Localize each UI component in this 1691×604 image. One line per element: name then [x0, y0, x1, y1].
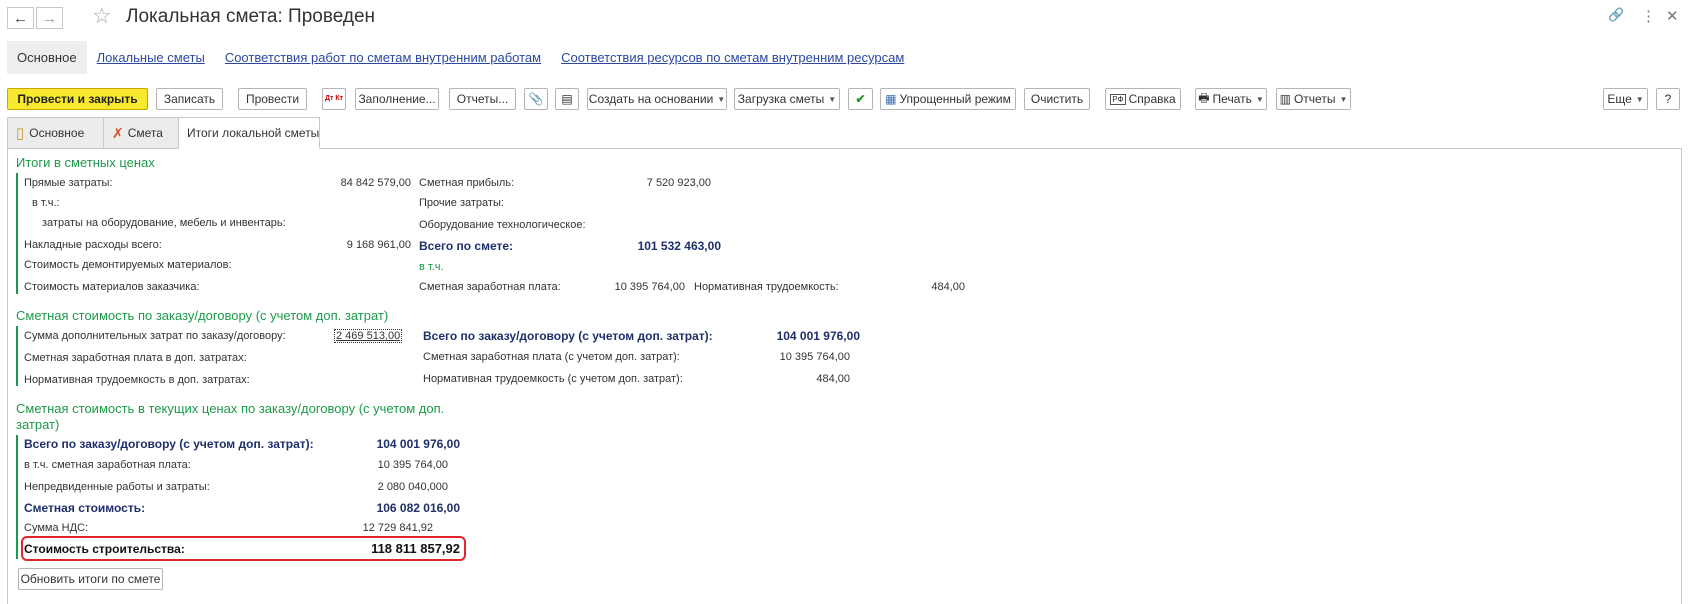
extra-salary-label: Сметная заработная плата в доп. затратах… — [24, 352, 247, 364]
more-menu-icon[interactable]: ⋮ — [1641, 7, 1656, 25]
extra-costs-field[interactable]: 2 469 513,00 — [334, 329, 403, 343]
current-salary-value: 10 395 764,00 — [377, 459, 448, 471]
estimate-total-value: 101 532 463,00 — [637, 239, 721, 253]
paperclip-icon: 📎 — [528, 92, 544, 106]
tab-main[interactable]: ▯ Основное — [7, 117, 104, 149]
attach-button[interactable]: 📎 — [524, 88, 548, 110]
print-button[interactable]: 🖶 Печать ▼ — [1195, 88, 1267, 110]
tech-equipment-label: Оборудование технологическое: — [419, 219, 586, 231]
overhead-label: Накладные расходы всего: — [24, 239, 162, 251]
fill-button[interactable]: Заполнение... — [355, 88, 439, 110]
reports-dialog-button[interactable]: Отчеты... — [449, 88, 516, 110]
current-salary-label: в т.ч. сметная заработная плата: — [24, 459, 191, 471]
profit-value: 7 520 923,00 — [646, 177, 711, 189]
post-button[interactable]: Провести — [238, 88, 307, 110]
table-icon: ▦ — [885, 92, 897, 106]
contract-labor-label: Нормативная трудоемкость (с учетом доп. … — [423, 373, 683, 385]
construction-cost-value: 118 811 857,92 — [371, 541, 460, 556]
estimate-total-label: Всего по смете: — [419, 239, 514, 253]
load-estimate-button[interactable]: Загрузка сметы ▼ — [734, 88, 840, 110]
estimate-salary-label: Сметная заработная плата: — [419, 281, 561, 293]
close-icon[interactable]: ✕ — [1666, 7, 1679, 25]
nav-local-estimates[interactable]: Локальные сметы — [97, 50, 205, 65]
incl2-label: в т.ч. — [419, 261, 444, 273]
clear-button[interactable]: Очистить — [1024, 88, 1090, 110]
contract-salary-value: 10 395 764,00 — [779, 351, 850, 363]
nav-main[interactable]: Основное — [7, 41, 87, 74]
other-costs-label: Прочие затраты: — [419, 197, 504, 209]
dropdown-arrow-icon: ▼ — [828, 94, 837, 104]
section-bar — [16, 326, 18, 386]
nav-panel: Основное Локальные сметы Соответствия ра… — [7, 40, 924, 75]
dtkt-icon: Дт Кт — [324, 95, 344, 102]
dropdown-arrow-icon: ▼ — [1635, 94, 1644, 104]
arrow-left-icon: ← — [13, 9, 28, 27]
extra-costs-label: Сумма дополнительных затрат по заказу/до… — [24, 330, 286, 342]
contingency-value: 2 080 040,000 — [377, 481, 448, 493]
chart-icon: ▥ — [1279, 92, 1291, 106]
current-total-label: Всего по заказу/договору (с учетом доп. … — [24, 437, 314, 451]
back-button[interactable]: ← — [7, 7, 34, 29]
tab-estimate-totals[interactable]: Итоги локальной сметы — [178, 117, 320, 149]
page-title: Локальная смета: Проведен — [126, 6, 376, 27]
contract-total-label: Всего по заказу/договору (с учетом доп. … — [423, 329, 713, 343]
create-based-on-button[interactable]: Создать на основании ▼ — [587, 88, 727, 110]
dtkt-button[interactable]: Дт Кт — [322, 88, 346, 110]
current-total-value: 104 001 976,00 — [376, 437, 460, 451]
customer-materials-label: Стоимость материалов заказчика: — [24, 281, 200, 293]
post-and-close-button[interactable]: Провести и закрыть — [7, 88, 148, 110]
help-question-button[interactable]: ? — [1656, 88, 1680, 110]
profit-label: Сметная прибыль: — [419, 177, 515, 189]
estimate-salary-value: 10 395 764,00 — [614, 281, 685, 293]
document-icon: ▤ — [561, 92, 573, 106]
section-bar — [16, 173, 18, 294]
printer-icon: 🖶 — [1198, 90, 1210, 105]
dropdown-arrow-icon: ▼ — [1255, 94, 1264, 104]
vat-label: Сумма НДС: — [24, 522, 89, 534]
help-button[interactable]: РФ Справка — [1105, 88, 1181, 110]
section-bar — [16, 435, 18, 559]
simple-mode-button[interactable]: ▦ Упрощенный режим — [880, 88, 1016, 110]
labor-intensity-label: Нормативная трудоемкость: — [694, 281, 839, 293]
equipment-label: затраты на оборудование, мебель и инвент… — [42, 217, 286, 229]
check-button[interactable]: ✔ — [848, 88, 873, 110]
labor-intensity-value: 484,00 — [931, 281, 965, 293]
section-current-prices-title: Сметная стоимость в текущих ценах по зак… — [16, 401, 445, 416]
estimate-cost-label: Сметная стоимость: — [24, 501, 146, 515]
section-estimate-prices-title: Итоги в сметных ценах — [16, 155, 155, 170]
link-icon[interactable]: 🔗 — [1608, 7, 1624, 23]
extra-labor-label: Нормативная трудоемкость в доп. затратах… — [24, 374, 250, 386]
dropdown-arrow-icon: ▼ — [717, 94, 726, 104]
nav-resources-mapping[interactable]: Соответствия ресурсов по сметам внутренн… — [561, 50, 904, 65]
refresh-totals-button[interactable]: Обновить итоги по смете — [18, 568, 163, 590]
favorite-star-icon[interactable]: ☆ — [92, 3, 112, 29]
direct-costs-label: Прямые затраты: — [24, 177, 113, 189]
overhead-value: 9 168 961,00 — [346, 239, 411, 251]
contract-salary-label: Сметная заработная плата (с учетом доп. … — [423, 351, 680, 363]
dropdown-arrow-icon: ▼ — [1339, 94, 1348, 104]
reports-button[interactable]: ▥ Отчеты ▼ — [1276, 88, 1351, 110]
nav-works-mapping[interactable]: Соответствия работ по сметам внутренним … — [225, 50, 541, 65]
folder-icon: ▯ — [16, 125, 25, 142]
dismantled-materials-label: Стоимость демонтируемых материалов: — [24, 259, 232, 271]
direct-costs-value: 84 842 579,00 — [340, 177, 411, 189]
contract-labor-value: 484,00 — [816, 373, 850, 385]
section-contract-cost-title: Сметная стоимость по заказу/договору (с … — [16, 308, 389, 323]
contingency-label: Непредвиденные работы и затраты: — [24, 481, 210, 493]
construction-cost-label: Стоимость строительства: — [24, 542, 185, 556]
incl-label: в т.ч.: — [32, 197, 60, 209]
contract-total-value: 104 001 976,00 — [776, 329, 860, 343]
forward-button[interactable]: → — [36, 7, 63, 29]
more-button[interactable]: Еще ▼ — [1603, 88, 1648, 110]
document-button[interactable]: ▤ — [555, 88, 579, 110]
vat-value: 12 729 841,92 — [362, 522, 433, 534]
checkmark-icon: ✔ — [855, 92, 866, 106]
estimate-cost-value: 106 082 016,00 — [376, 501, 460, 515]
help-book-icon: РФ — [1110, 93, 1126, 105]
tab-estimate[interactable]: ✗ Смета — [103, 117, 179, 149]
arrow-right-icon: → — [42, 9, 57, 27]
save-button[interactable]: Записать — [156, 88, 223, 110]
tools-icon: ✗ — [112, 124, 124, 141]
section-current-prices-title-cont: затрат) — [16, 417, 60, 432]
